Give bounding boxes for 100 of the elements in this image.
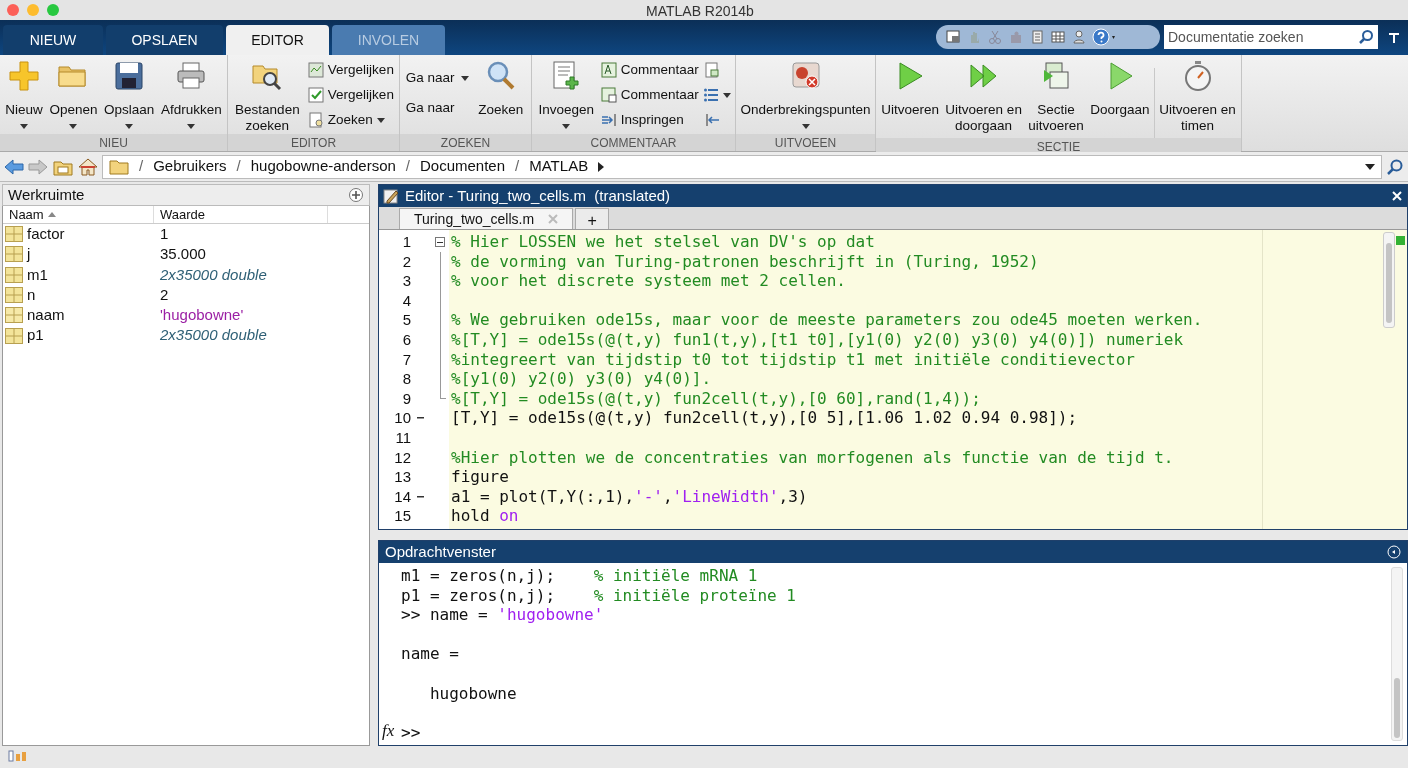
ribbon-button[interactable]: Commentaar (600, 85, 699, 105)
console-line: m1 = zeros(n,j); % initiële mRNA 1 (401, 566, 759, 586)
path-segment[interactable]: hugobowne-anderson (250, 155, 396, 178)
file-tab[interactable]: Turing_two_cells.m (399, 208, 574, 229)
ribbon-button[interactable]: Sectie uitvoeren (1026, 60, 1086, 134)
variable-value: 2x35000 double (159, 325, 267, 346)
group-label: NIEU (0, 134, 227, 151)
ribbon-button[interactable]: Inspringen (600, 110, 699, 130)
panel-menu-icon[interactable] (348, 187, 364, 203)
indent-icon (600, 112, 617, 128)
ribbon-button[interactable]: Commentaar (600, 60, 699, 80)
close-button[interactable] (7, 4, 19, 16)
ribbon-button[interactable]: Vergelijken (307, 85, 394, 105)
code-line: % Hier LOSSEN we het stelsel van DV's op dat (451, 232, 875, 252)
variable-name: n (27, 284, 36, 305)
pin-icon[interactable] (1388, 32, 1400, 44)
code-line: figure (451, 467, 509, 487)
variable-value: 2 (159, 284, 169, 305)
sort-arrow-icon (47, 212, 56, 217)
back-arrow-icon[interactable] (4, 158, 24, 175)
variable-value: 'hugobowne' (159, 305, 244, 326)
variable-name: p1 (27, 325, 44, 346)
ribbon-button[interactable]: Zoeken (476, 60, 526, 118)
breakpoint-icon (789, 60, 822, 92)
variable-value: 35.000 (159, 244, 206, 265)
path-separator: / (236, 156, 241, 177)
ribbon-tab[interactable]: NIEUW (3, 25, 103, 55)
code-line: %[T,Y] = ode15s(@(t,y) fun2cell(t,y),[0 60],rand(1,4)); (451, 388, 981, 409)
ribbon-button[interactable]: Onderbrekingspunten (738, 60, 873, 129)
path-field[interactable]: / Gebruikers / hugobowne-anderson / Documenten / MATLAB (102, 154, 1382, 179)
chevron-icon[interactable] (598, 161, 605, 172)
column-header[interactable]: Waarde (154, 206, 328, 223)
document-icon[interactable] (1029, 29, 1045, 45)
variable-icon (5, 226, 23, 243)
window-title: MATLAB R2014b (646, 2, 754, 21)
scrollbar[interactable] (1383, 232, 1395, 328)
code-line: a1 = plot(T,Y(:,1),'-','LineWidth',3) (451, 486, 808, 507)
path-separator: / (139, 156, 144, 177)
plus-icon (8, 60, 41, 92)
line-number: 12 (393, 447, 412, 468)
ribbon-button[interactable]: Afdrukken (158, 60, 224, 129)
find-document-icon (307, 112, 324, 128)
ribbon-button[interactable]: Nieuw (3, 60, 45, 129)
document-icon (703, 62, 720, 78)
outdent-icon (703, 112, 720, 128)
variable-value: 2x35000 double (159, 264, 267, 285)
variable-value: 1 (159, 223, 169, 244)
command-input[interactable]: >> (401, 722, 1407, 743)
compare-icon (307, 62, 324, 78)
line-number: 15 (393, 506, 412, 526)
ribbon-button[interactable]: Openen (47, 60, 100, 129)
group-label: ZOEKEN (400, 134, 531, 151)
panel-title: Editor - Turing_two_cells.m (translated) (405, 185, 672, 206)
function-icon[interactable]: fx (379, 717, 401, 743)
code-line: % de vorming van Turing-patronen beschrijft in (Turing, 1952) (451, 251, 1039, 272)
variable-name: factor (27, 223, 65, 244)
panel-title: Werkruimte (8, 184, 85, 205)
variable-icon (5, 246, 23, 263)
group-label: EDITOR (228, 134, 399, 151)
path-separator: / (515, 156, 520, 177)
forward-arrow-icon[interactable] (28, 158, 48, 175)
ribbon-button[interactable]: Invoegen (536, 60, 596, 129)
home-icon[interactable] (78, 157, 98, 176)
people-icon[interactable] (1071, 29, 1087, 45)
ribbon-tab[interactable]: OPSLAEN (106, 25, 223, 55)
ribbon-button[interactable]: Zoeken (307, 110, 394, 130)
grid-icon[interactable] (1050, 29, 1066, 45)
search-field[interactable]: Documentatie zoeken (1164, 25, 1354, 49)
ribbon-button[interactable]: Vergelijken (307, 60, 394, 80)
path-segment[interactable]: MATLAB (529, 155, 589, 178)
line-number: 11 (394, 427, 412, 448)
path-segment[interactable]: Gebruikers (153, 155, 227, 178)
new-tab-button[interactable]: + (575, 208, 610, 229)
path-separator: / (405, 156, 410, 177)
ribbon-button[interactable]: Bestanden zoeken (233, 60, 302, 134)
path-segment[interactable]: Documenten (420, 155, 506, 178)
window-icon[interactable] (945, 29, 961, 45)
dropdown-caret-icon[interactable] (1365, 163, 1375, 170)
help-icon[interactable] (1092, 28, 1118, 46)
column-header[interactable]: Naam (3, 206, 154, 223)
pencil-icon (383, 188, 399, 204)
folder-icon (109, 158, 129, 175)
variable-icon (5, 266, 23, 283)
console-line: name = (401, 644, 460, 664)
status-indicator-icon (1396, 236, 1405, 245)
ribbon-button[interactable]: Uitvoeren en doorgaan (943, 60, 1024, 134)
ribbon-button[interactable]: Doorgaan (1088, 60, 1152, 118)
ribbon-button[interactable]: Ga naar (405, 68, 469, 89)
ribbon-tab[interactable]: EDITOR (226, 25, 329, 55)
search-icon[interactable] (1386, 157, 1404, 176)
ribbon-button[interactable]: Uitvoeren (879, 60, 941, 118)
scrollbar[interactable] (1391, 567, 1403, 741)
line-number: 13 (393, 467, 412, 487)
variable-name: naam (27, 305, 65, 326)
variable-icon (5, 307, 23, 324)
variable-icon (5, 287, 23, 304)
ribbon-button[interactable]: Ga naar (405, 98, 469, 119)
comment-icon (600, 62, 617, 78)
ribbon-button[interactable]: Opslaan (102, 60, 157, 129)
ribbon-button[interactable]: Uitvoeren en timen (1157, 60, 1238, 134)
